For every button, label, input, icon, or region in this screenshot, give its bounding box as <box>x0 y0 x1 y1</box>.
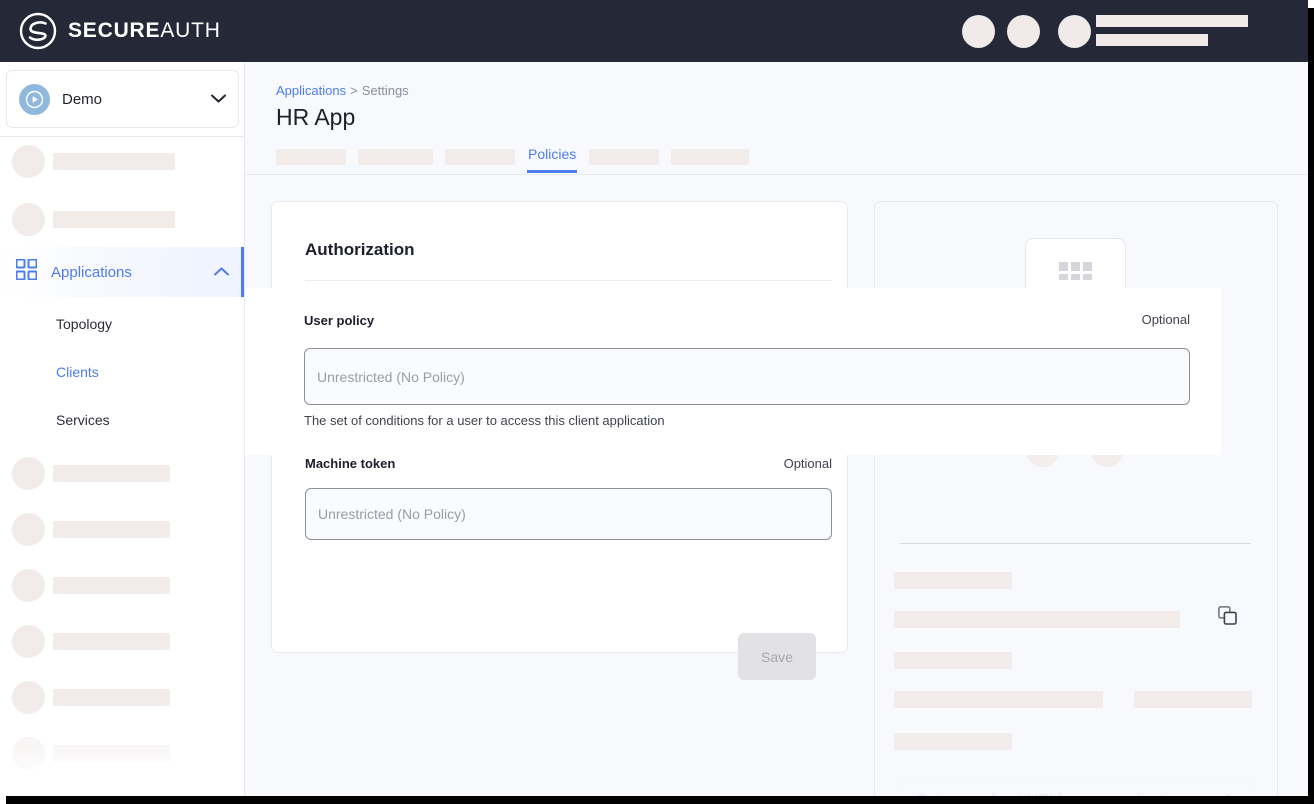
placeholder-avatar <box>12 203 45 236</box>
org-name: Demo <box>62 91 199 108</box>
topbar-placeholder-bar-1 <box>1096 15 1248 27</box>
org-selector[interactable]: Demo <box>6 70 239 128</box>
sidebar-placeholder-item[interactable] <box>12 203 175 236</box>
tab-placeholder-4[interactable] <box>589 149 659 165</box>
secureauth-swirl-icon <box>18 11 58 51</box>
panel-placeholder-bar-2 <box>894 611 1180 628</box>
plus-icon: + <box>1221 789 1234 797</box>
play-circle-icon <box>19 84 50 115</box>
topbar-placeholder-circle-2[interactable] <box>1007 15 1040 48</box>
placeholder-label <box>53 633 170 650</box>
setup-redirect-uri-label: Setup a redirect URI for your applicatio… <box>917 791 1184 796</box>
placeholder-label <box>53 577 170 594</box>
breadcrumb-applications-link[interactable]: Applications <box>276 83 346 98</box>
placeholder-avatar <box>12 681 45 714</box>
app-window: SECUREAUTH Demo <box>0 0 1308 796</box>
sidebar-placeholder-item[interactable] <box>12 145 175 178</box>
brand-logo-text: SECUREAUTH <box>68 19 221 43</box>
sidebar-placeholder-item[interactable] <box>12 737 170 770</box>
page-title: HR App <box>276 104 355 131</box>
logo-text-light: AUTH <box>160 19 220 42</box>
breadcrumb-separator: > <box>350 83 358 98</box>
topbar-placeholder-circle-1[interactable] <box>962 15 995 48</box>
tab-placeholder-5[interactable] <box>671 149 749 165</box>
breadcrumb-current: Settings <box>362 83 409 98</box>
tab-policies[interactable]: Policies <box>527 142 577 173</box>
top-bar: SECUREAUTH <box>0 0 1308 62</box>
placeholder-label <box>53 521 170 538</box>
machine-token-label: Machine token <box>305 456 395 471</box>
placeholder-label <box>53 745 170 762</box>
sidebar-placeholder-item[interactable] <box>12 569 170 602</box>
placeholder-label <box>53 211 175 228</box>
copy-icon[interactable] <box>1218 606 1237 630</box>
sidebar-placeholder-item[interactable] <box>12 513 170 546</box>
tab-placeholder-2[interactable] <box>358 149 433 165</box>
chevron-up-icon[interactable] <box>214 263 229 281</box>
chevron-down-icon[interactable] <box>211 90 226 108</box>
image-grid-placeholder-icon <box>1059 258 1093 287</box>
page-header: Applications > Settings HR App Policies <box>245 62 1308 175</box>
panel-placeholder-bar-4 <box>894 691 1103 708</box>
user-policy-input[interactable]: Unrestricted (No Policy) <box>304 348 1190 405</box>
placeholder-label <box>53 153 175 170</box>
sidebar-item-label: Applications <box>51 264 200 281</box>
tab-bar: Policies <box>276 142 749 175</box>
tab-placeholder-3[interactable] <box>445 149 515 165</box>
sidebar: Demo Applications <box>0 62 245 796</box>
grid-squares-icon <box>16 259 37 285</box>
sidebar-placeholder-item[interactable] <box>12 625 170 658</box>
sidebar-item-topology[interactable]: Topology <box>56 316 112 332</box>
placeholder-label <box>53 465 170 482</box>
placeholder-avatar <box>12 513 45 546</box>
placeholder-avatar <box>12 625 45 658</box>
topbar-avatar[interactable] <box>1058 15 1091 48</box>
user-policy-label: User policy <box>304 313 374 328</box>
placeholder-avatar <box>12 457 45 490</box>
panel-placeholder-bar-6 <box>894 733 1012 750</box>
brand-logo[interactable]: SECUREAUTH <box>18 11 221 51</box>
sidebar-placeholder-item[interactable] <box>12 681 170 714</box>
panel-placeholder-bar-5 <box>1134 691 1252 708</box>
panel-placeholder-bar-1 <box>894 572 1012 589</box>
user-policy-field-group: User policy Optional Unrestricted (No Po… <box>304 288 1221 455</box>
machine-token-input[interactable]: Unrestricted (No Policy) <box>305 488 832 540</box>
tab-placeholder-1[interactable] <box>276 149 346 165</box>
user-policy-help-text: The set of conditions for a user to acce… <box>304 413 665 428</box>
setup-redirect-uri-button[interactable]: Setup a redirect URI for your applicatio… <box>900 777 1251 796</box>
placeholder-label <box>53 689 170 706</box>
sidebar-item-services[interactable]: Services <box>56 412 110 428</box>
placeholder-avatar <box>12 737 45 770</box>
logo-text-bold: SECURE <box>68 19 160 42</box>
placeholder-avatar <box>12 569 45 602</box>
user-policy-optional-label: Optional <box>1064 312 1190 327</box>
authorization-section-title: Authorization <box>305 240 415 260</box>
panel-divider <box>900 543 1251 544</box>
panel-placeholder-bar-3 <box>894 652 1012 669</box>
authorization-divider <box>305 280 832 281</box>
breadcrumb: Applications > Settings <box>276 83 409 98</box>
topbar-placeholder-bar-2 <box>1096 34 1208 46</box>
sidebar-item-applications[interactable]: Applications <box>0 247 245 297</box>
sidebar-placeholder-item[interactable] <box>12 457 170 490</box>
machine-token-optional-label: Optional <box>736 456 832 471</box>
placeholder-avatar <box>12 145 45 178</box>
sidebar-item-clients[interactable]: Clients <box>56 364 99 380</box>
save-button[interactable]: Save <box>738 633 816 680</box>
sidebar-divider <box>0 136 245 137</box>
